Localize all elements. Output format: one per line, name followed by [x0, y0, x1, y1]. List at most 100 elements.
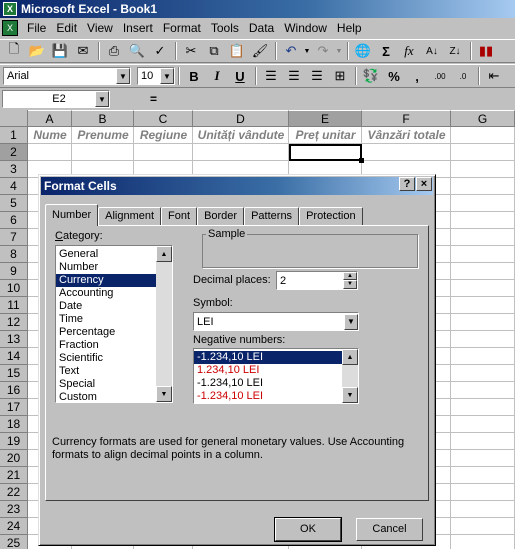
- undo-icon[interactable]: ↶: [280, 41, 302, 61]
- category-item-time[interactable]: Time: [56, 313, 172, 326]
- row-header-7[interactable]: 7: [0, 229, 28, 246]
- merge-center-icon[interactable]: ⊞: [329, 66, 351, 86]
- negative-numbers-listbox[interactable]: -1.234,10 LEI 1.234,10 LEI -1.234,10 LEI -1…: [193, 348, 359, 404]
- header-cell[interactable]: Regiune: [134, 127, 193, 144]
- chevron-down-icon[interactable]: ▼: [95, 91, 109, 107]
- increase-decimal-icon[interactable]: .00: [429, 66, 451, 86]
- bold-icon[interactable]: B: [183, 66, 205, 86]
- row-header-12[interactable]: 12: [0, 314, 28, 331]
- row-header-22[interactable]: 22: [0, 484, 28, 501]
- menu-edit[interactable]: Edit: [51, 21, 82, 35]
- menu-format[interactable]: Format: [158, 21, 206, 35]
- negative-format-item[interactable]: -1.234,10 LEI: [194, 377, 358, 390]
- decrease-indent-icon[interactable]: ⇤: [483, 66, 505, 86]
- tab-alignment[interactable]: Alignment: [98, 207, 162, 226]
- negative-numbers-scrollbar[interactable]: ▲ ▼: [342, 349, 358, 403]
- autosum-icon[interactable]: Σ: [375, 41, 397, 61]
- category-item-custom[interactable]: Custom: [56, 391, 172, 402]
- menu-insert[interactable]: Insert: [118, 21, 158, 35]
- align-left-icon[interactable]: ☰: [260, 66, 282, 86]
- menu-window[interactable]: Window: [279, 21, 332, 35]
- category-item-special[interactable]: Special: [56, 378, 172, 391]
- category-item-date[interactable]: Date: [56, 300, 172, 313]
- menu-view[interactable]: View: [82, 21, 118, 35]
- help-button[interactable]: ?: [399, 177, 415, 191]
- currency-style-icon[interactable]: 💱: [360, 66, 382, 86]
- row-header-1[interactable]: 1: [0, 127, 28, 144]
- category-listbox[interactable]: General Number Currency Accounting Date Time P…: [55, 245, 173, 403]
- save-icon[interactable]: 💾: [49, 41, 71, 61]
- format-painter-icon[interactable]: 🖌: [249, 41, 271, 61]
- header-cell[interactable]: Nume: [28, 127, 72, 144]
- ok-button[interactable]: OK: [274, 517, 342, 542]
- menu-file[interactable]: File: [22, 21, 51, 35]
- spin-up-icon[interactable]: ▲: [343, 272, 357, 280]
- row-header-20[interactable]: 20: [0, 450, 28, 467]
- row-header-4[interactable]: 4: [0, 178, 28, 195]
- italic-icon[interactable]: I: [206, 66, 228, 86]
- row-header-21[interactable]: 21: [0, 467, 28, 484]
- column-header-c[interactable]: C: [134, 110, 193, 127]
- chart-wizard-icon[interactable]: ▮▮: [475, 41, 497, 61]
- align-right-icon[interactable]: ☰: [306, 66, 328, 86]
- redo-icon[interactable]: ↷: [312, 41, 334, 61]
- row-header-11[interactable]: 11: [0, 297, 28, 314]
- row-header-8[interactable]: 8: [0, 246, 28, 263]
- row-header-14[interactable]: 14: [0, 348, 28, 365]
- category-item-fraction[interactable]: Fraction: [56, 339, 172, 352]
- decimal-places-stepper[interactable]: 2 ▲ ▼: [276, 271, 358, 290]
- underline-icon[interactable]: U: [229, 66, 251, 86]
- tab-patterns[interactable]: Patterns: [244, 207, 300, 226]
- column-header-b[interactable]: B: [72, 110, 134, 127]
- paste-icon[interactable]: 📋: [226, 41, 248, 61]
- row-header-3[interactable]: 3: [0, 161, 28, 178]
- cut-icon[interactable]: ✂: [180, 41, 202, 61]
- column-header-g[interactable]: G: [451, 110, 515, 127]
- symbol-select[interactable]: LEI ▼: [193, 312, 359, 331]
- menu-help[interactable]: Help: [332, 21, 367, 35]
- decrease-decimal-icon[interactable]: .0: [452, 66, 474, 86]
- negative-format-item[interactable]: -1.234,10 LEI: [194, 351, 358, 364]
- column-header-e[interactable]: E: [289, 110, 362, 127]
- hyperlink-icon[interactable]: 🌐: [352, 41, 374, 61]
- font-name-combo[interactable]: Arial ▼: [3, 67, 131, 85]
- spin-down-icon[interactable]: ▼: [343, 280, 357, 289]
- print-preview-icon[interactable]: 🔍: [126, 41, 148, 61]
- row-header-24[interactable]: 24: [0, 518, 28, 535]
- copy-icon[interactable]: ⧉: [203, 41, 225, 61]
- open-icon[interactable]: 📂: [26, 41, 48, 61]
- function-icon[interactable]: fx: [398, 41, 420, 61]
- scroll-down-icon[interactable]: ▼: [156, 386, 172, 402]
- cancel-button[interactable]: Cancel: [356, 518, 423, 541]
- tab-font[interactable]: Font: [161, 207, 198, 226]
- menu-data[interactable]: Data: [244, 21, 279, 35]
- category-item-percentage[interactable]: Percentage: [56, 326, 172, 339]
- row-header-16[interactable]: 16: [0, 382, 28, 399]
- scroll-up-icon[interactable]: ▲: [156, 246, 172, 262]
- workbook-icon[interactable]: X: [2, 20, 18, 36]
- category-item-scientific[interactable]: Scientific: [56, 352, 172, 365]
- scroll-up-icon[interactable]: ▲: [342, 349, 358, 365]
- row-header-23[interactable]: 23: [0, 501, 28, 518]
- formula-equals-icon[interactable]: =: [150, 92, 157, 106]
- row-header-18[interactable]: 18: [0, 416, 28, 433]
- email-icon[interactable]: ✉: [72, 41, 94, 61]
- category-item-text[interactable]: Text: [56, 365, 172, 378]
- undo-dropdown-icon[interactable]: ▼: [303, 41, 311, 61]
- header-cell[interactable]: Vânzări totale: [362, 127, 451, 144]
- category-scrollbar[interactable]: ▲ ▼: [156, 246, 172, 402]
- header-cell[interactable]: Preț unitar: [289, 127, 362, 144]
- sort-descending-icon[interactable]: Z↓: [444, 41, 466, 61]
- new-icon[interactable]: 🗋: [3, 41, 25, 61]
- tab-protection[interactable]: Protection: [299, 207, 363, 226]
- select-all-corner[interactable]: [0, 110, 28, 127]
- menu-tools[interactable]: Tools: [206, 21, 244, 35]
- column-header-f[interactable]: F: [362, 110, 451, 127]
- header-cell[interactable]: Unități vândute: [193, 127, 289, 144]
- name-box[interactable]: E2 ▼: [2, 90, 110, 108]
- sort-ascending-icon[interactable]: A↓: [421, 41, 443, 61]
- row-header-2[interactable]: 2: [0, 144, 28, 161]
- row-header-5[interactable]: 5: [0, 195, 28, 212]
- chevron-down-icon[interactable]: ▼: [116, 68, 130, 84]
- align-center-icon[interactable]: ☰: [283, 66, 305, 86]
